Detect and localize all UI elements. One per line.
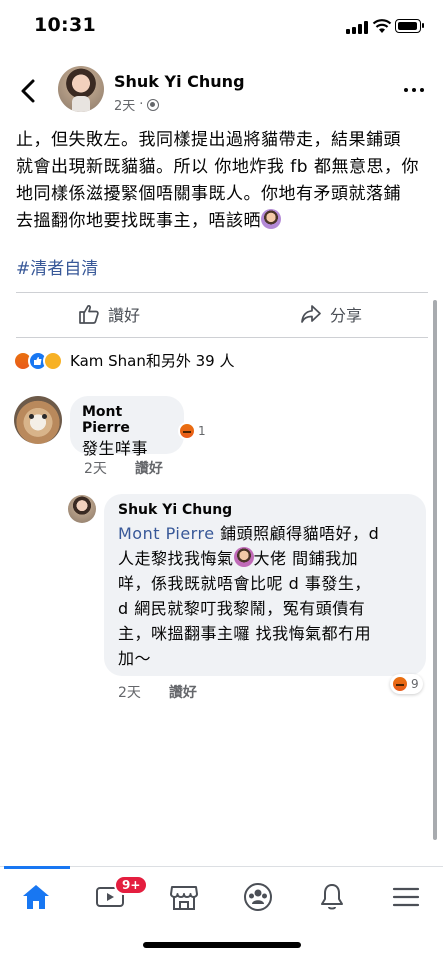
woman-shrugging-emoji-icon — [233, 547, 254, 567]
post-body: 止，但失敗左。我同樣提出過將貓帶走，結果鋪頭 就會出現新既貓貓。所以 你地炸我 … — [16, 127, 426, 235]
share-label: 分享 — [330, 306, 363, 325]
reply-reaction-badge[interactable]: 9 — [390, 674, 423, 694]
post-header: Shuk Yi Chung 2天 · — [0, 62, 443, 120]
globe-icon — [147, 98, 160, 111]
author-name[interactable]: Shuk Yi Chung — [114, 72, 245, 91]
reactions-summary[interactable]: Kam Shan和另外 39 人 — [13, 350, 235, 371]
notifications-tab[interactable] — [310, 879, 354, 915]
comment-reaction-count: 1 — [198, 424, 206, 438]
home-indicator — [143, 942, 301, 948]
home-icon — [23, 885, 49, 909]
post-time[interactable]: 2天 — [114, 95, 135, 114]
thumbs-up-icon — [79, 305, 99, 324]
mention-link[interactable]: Mont Pierre — [118, 524, 215, 543]
reply-line: 加～ — [118, 649, 152, 668]
home-tab[interactable] — [14, 879, 58, 915]
reply-like-button[interactable]: 讚好 — [169, 682, 197, 702]
post-line-text: 去搵翻你地要找既事主，唔該晒 — [16, 211, 261, 231]
like-label: 讚好 — [108, 306, 141, 325]
reply-line: 咩，係我既就唔會比呢 d 事發生， — [118, 574, 371, 593]
share-button[interactable]: 分享 — [300, 302, 362, 326]
comment-reaction-badge[interactable]: 1 — [178, 422, 206, 440]
reply-line: 主，咪搵翻事主囉 找我悔氣都冇用 — [118, 624, 372, 643]
status-time: 10:31 — [34, 14, 96, 36]
reply-line: 大佬 間鋪我加 — [253, 549, 359, 568]
cellular-signal-icon — [346, 21, 368, 34]
post-line: 地同樣係滋擾緊個唔關事既人。你地有矛頭就落鋪 — [16, 184, 401, 204]
angry-reaction-icon — [178, 422, 196, 440]
back-arrow-icon[interactable] — [18, 76, 40, 106]
meta-separator: · — [139, 97, 144, 112]
hamburger-menu-icon — [392, 887, 420, 907]
reply-text: Mont Pierre 鋪頭照顧得貓唔好，d 人走黎找我悔氣 大佬 間鋪我加 咩，… — [118, 521, 412, 671]
reply-line: d 網民就黎叮我黎鬧，冤有頭債有 — [118, 599, 366, 618]
post-line: 去搵翻你地要找既事主，唔該晒 — [16, 208, 426, 235]
reply-line: 人走黎找我悔氣 — [118, 549, 234, 568]
active-tab-indicator — [4, 866, 70, 869]
menu-tab[interactable] — [384, 879, 428, 915]
like-button[interactable]: 讚好 — [78, 302, 140, 326]
bell-icon — [321, 884, 343, 910]
watch-notification-badge: 9+ — [114, 875, 149, 895]
woman-gesturing-emoji-icon — [261, 209, 281, 229]
commenter-avatar[interactable] — [14, 396, 62, 444]
post-actions: 讚好 分享 — [0, 296, 443, 336]
reactions-count-text: Kam Shan和另外 39 人 — [70, 352, 235, 370]
groups-tab[interactable] — [236, 879, 280, 915]
marketplace-tab[interactable] — [162, 879, 206, 915]
battery-icon — [395, 19, 424, 33]
reply-meta: 2天 讚好 — [118, 682, 197, 702]
share-arrow-icon — [301, 305, 321, 323]
comment-like-button[interactable]: 讚好 — [135, 458, 163, 478]
post-meta: 2天 · — [114, 95, 160, 114]
reply-bubble: Shuk Yi Chung Mont Pierre 鋪頭照顧得貓唔好，d 人走黎… — [104, 494, 426, 676]
more-options-icon[interactable] — [404, 88, 424, 92]
divider — [16, 337, 428, 338]
reply-author-name[interactable]: Shuk Yi Chung — [118, 502, 412, 518]
comment-time[interactable]: 2天 — [84, 458, 107, 478]
care-reaction-icon — [43, 350, 63, 371]
angry-reaction-icon — [391, 675, 409, 693]
status-bar: 10:31 — [0, 0, 443, 52]
reply-line: 鋪頭照顧得貓唔好，d — [214, 524, 380, 543]
reply-author-avatar[interactable] — [68, 495, 96, 523]
scrollbar[interactable] — [433, 300, 437, 840]
hashtag-link[interactable]: #清者自清 — [16, 254, 98, 279]
commenter-name[interactable]: Mont Pierre — [82, 404, 172, 436]
comment-bubble: Mont Pierre 發生咩事 — [70, 396, 184, 458]
groups-icon — [244, 883, 272, 911]
marketplace-icon — [170, 886, 198, 910]
comment-meta: 2天 讚好 — [84, 458, 163, 478]
post-line: 就會出現新既貓貓。所以 你地炸我 fb 都無意思，你 — [16, 157, 419, 177]
reply-time[interactable]: 2天 — [118, 682, 141, 702]
divider — [16, 292, 428, 293]
reply-reaction-count: 9 — [411, 677, 419, 691]
post-line: 止，但失敗左。我同樣提出過將貓帶走，結果鋪頭 — [16, 130, 401, 150]
author-avatar[interactable] — [58, 66, 104, 112]
wifi-icon — [372, 19, 392, 33]
